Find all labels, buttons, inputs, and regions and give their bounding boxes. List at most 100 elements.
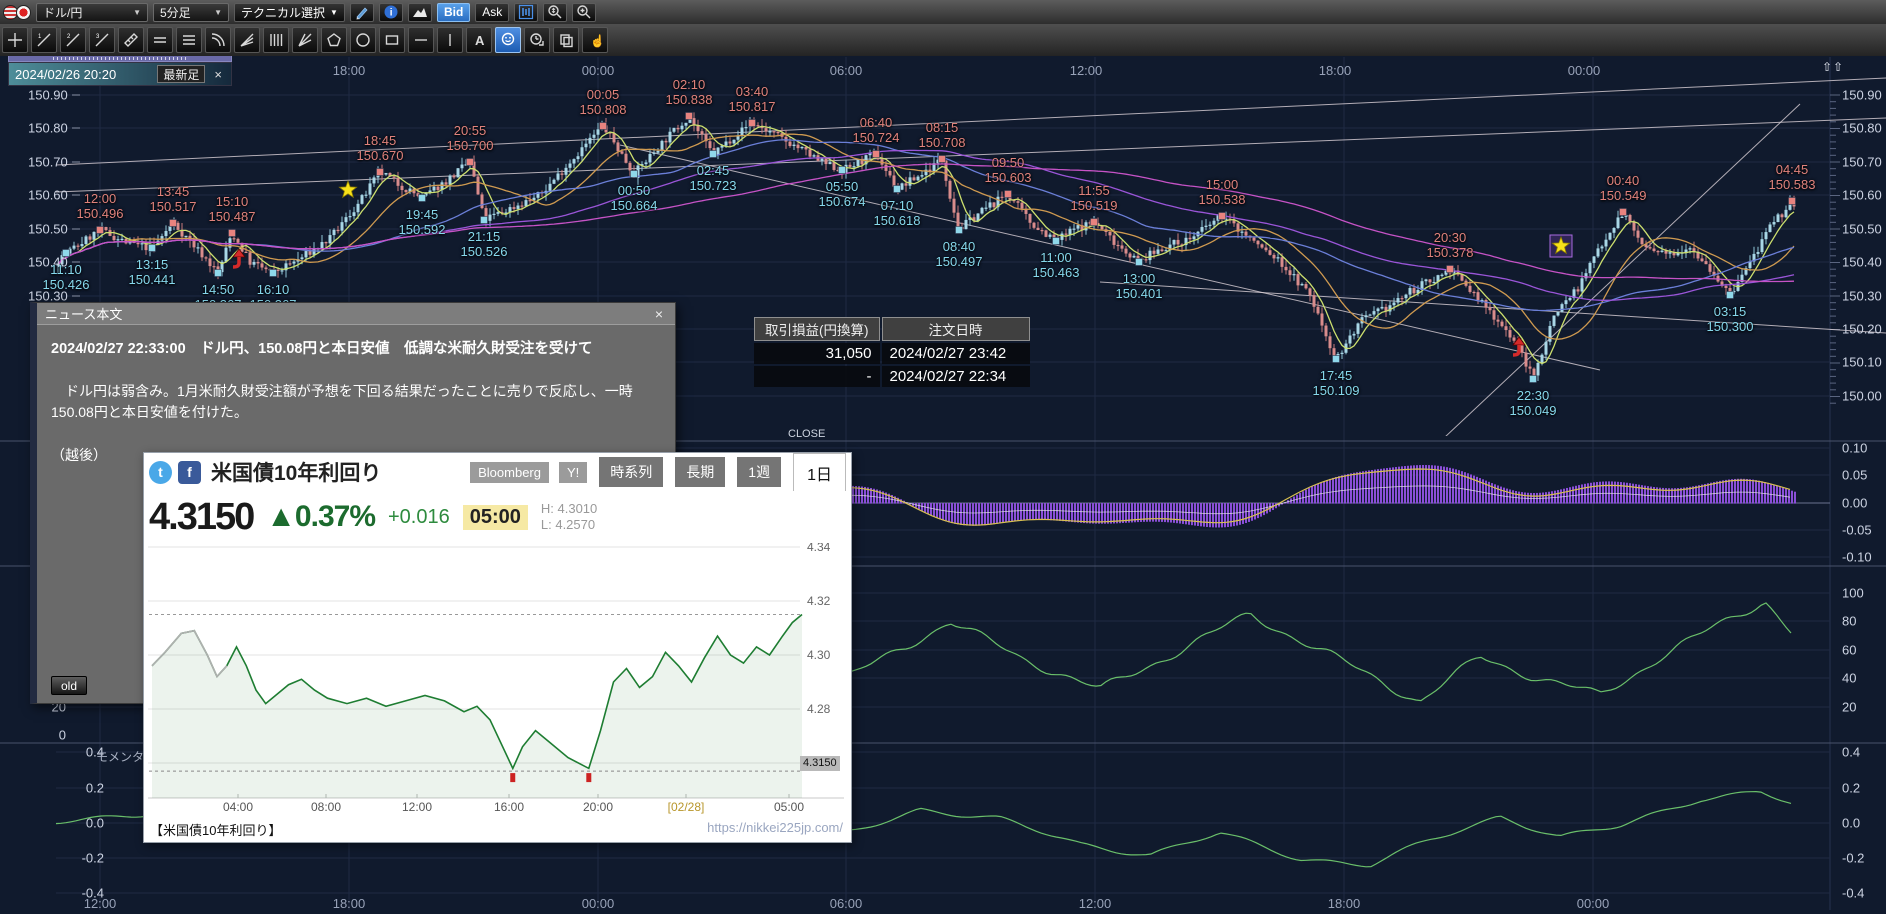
svg-text:4.28: 4.28 bbox=[807, 702, 831, 716]
treasury-x-label-04:00: 04:00 bbox=[223, 800, 253, 814]
yield-change-pct: ▲0.37% bbox=[266, 500, 375, 534]
timeframe-select[interactable]: 5分足 ▼ bbox=[153, 3, 229, 22]
trendline-3-icon[interactable]: 3 bbox=[89, 27, 115, 53]
twitter-icon[interactable]: t bbox=[149, 461, 172, 484]
main-toolbar: ドル/円 ▼ 5分足 ▼ テクニカル選択 ▼ i Bid Ask bbox=[0, 0, 1886, 24]
horizontal-line-icon[interactable] bbox=[408, 27, 434, 53]
pnl-header-profit: 取引損益(円換算) bbox=[754, 317, 880, 341]
yield-change: +0.016 bbox=[388, 506, 450, 529]
trading-app-window: 12:00150.49613:45150.51715:10150.48718:4… bbox=[0, 0, 1886, 914]
pnl-amount: - bbox=[754, 366, 880, 387]
timeframe-label: 5分足 bbox=[160, 4, 191, 21]
parallel-lines-icon[interactable] bbox=[147, 27, 173, 53]
cursor-datetime-label: 2024/02/26 20:20 bbox=[15, 67, 116, 82]
pnl-amount: 31,050 bbox=[754, 343, 880, 364]
treasury-x-label-05:00: 05:00 bbox=[774, 800, 804, 814]
treasury-x-label-[02/28]: [02/28] bbox=[668, 800, 705, 814]
scroll-arrows[interactable]: ⇧⇧ bbox=[1822, 60, 1844, 74]
ruler-icon[interactable] bbox=[118, 27, 144, 53]
old-button[interactable]: old bbox=[51, 676, 87, 695]
yahoo-button[interactable]: Y! bbox=[559, 462, 587, 483]
treasury-x-label-08:00: 08:00 bbox=[311, 800, 341, 814]
chevron-down-icon: ▼ bbox=[214, 8, 222, 17]
yield-high-low: H: 4.3010 L: 4.2570 bbox=[541, 501, 597, 533]
treasury-footer-title: 【米国債10年利回り】 bbox=[150, 820, 281, 839]
text-icon[interactable]: A bbox=[466, 27, 492, 53]
svg-text:A: A bbox=[475, 33, 485, 48]
treasury-widget-header: t f 米国債10年利回り Bloomberg Y! 時系列 長期 1週 1日 bbox=[144, 453, 851, 491]
trendline-2-icon[interactable]: 2 bbox=[60, 27, 86, 53]
copy-icon[interactable] bbox=[553, 27, 579, 53]
chevron-down-icon: ▼ bbox=[330, 8, 338, 17]
svg-text:2: 2 bbox=[67, 34, 71, 40]
ellipse-icon[interactable] bbox=[350, 27, 376, 53]
ask-button[interactable]: Ask bbox=[475, 3, 509, 22]
time-cycle-icon[interactable] bbox=[524, 27, 550, 53]
svg-text:4.32: 4.32 bbox=[807, 594, 831, 608]
bloomberg-button[interactable]: Bloomberg bbox=[470, 462, 549, 483]
yield-value: 4.3150 bbox=[149, 496, 253, 539]
yield-low: L: 4.2570 bbox=[541, 517, 595, 532]
svg-text:i: i bbox=[390, 8, 393, 19]
rectangle-icon[interactable] bbox=[379, 27, 405, 53]
yield-time-badge: 05:00 bbox=[463, 505, 528, 530]
latest-candle-button[interactable]: 最新足 bbox=[157, 65, 205, 83]
currency-pair-label: ドル/円 bbox=[43, 4, 82, 21]
svg-text:4.30: 4.30 bbox=[807, 648, 831, 662]
pnl-row[interactable]: -2024/02/27 22:34 bbox=[754, 366, 1030, 387]
cursor-datetime-bar[interactable]: 2024/02/26 20:20 最新足 × bbox=[8, 54, 232, 86]
news-body: ドル円は弱含み。1月米耐久財受注額が予想を下回る結果だったことに売りで反応し、一… bbox=[51, 381, 661, 423]
pnl-order-datetime: 2024/02/27 22:34 bbox=[882, 366, 1030, 387]
info-icon[interactable]: i bbox=[379, 3, 403, 22]
treasury-x-label-20:00: 20:00 bbox=[583, 800, 613, 814]
technical-select-label: テクニカル選択 bbox=[241, 4, 325, 21]
news-window-title: ニュース本文 bbox=[45, 304, 122, 323]
draw-pencil-icon[interactable] bbox=[350, 3, 374, 22]
close-icon[interactable]: × bbox=[211, 67, 225, 82]
pnl-table: 取引損益(円換算) 注文日時 31,0502024/02/27 23:42-20… bbox=[752, 315, 1032, 389]
horizontal-lines-icon[interactable] bbox=[176, 27, 202, 53]
currency-pair-select[interactable]: ドル/円 ▼ bbox=[36, 3, 148, 22]
facebook-icon[interactable]: f bbox=[178, 461, 201, 484]
news-window-titlebar[interactable]: ニュース本文 × bbox=[37, 303, 675, 325]
pnl-order-datetime: 2024/02/27 23:42 bbox=[882, 343, 1030, 364]
vertical-line-icon[interactable] bbox=[437, 27, 463, 53]
pnl-row[interactable]: 31,0502024/02/27 23:42 bbox=[754, 343, 1030, 364]
current-yield-tag: 4.3150 bbox=[800, 756, 840, 771]
zoom-range-icon[interactable] bbox=[543, 3, 567, 22]
news-headline: 2024/02/27 22:33:00 ドル円、150.08円と本日安値 低調な… bbox=[51, 339, 661, 359]
fibonacci-fan-icon[interactable] bbox=[234, 27, 260, 53]
tab-timeseries[interactable]: 時系列 bbox=[599, 457, 663, 487]
candle-chart-icon[interactable] bbox=[514, 3, 538, 22]
jp-flag-icon bbox=[16, 5, 31, 20]
pentagon-icon[interactable] bbox=[321, 27, 347, 53]
bid-label: Bid bbox=[444, 5, 463, 19]
chevron-down-icon: ▼ bbox=[133, 8, 141, 17]
ask-label: Ask bbox=[482, 5, 502, 19]
trendline-1-icon[interactable]: 1 bbox=[31, 27, 57, 53]
treasury-widget-title: 米国債10年利回り bbox=[211, 457, 381, 487]
area-chart-icon[interactable] bbox=[408, 3, 432, 22]
treasury-footer-link[interactable]: https://nikkei225jp.com/ bbox=[707, 820, 843, 835]
technical-select-button[interactable]: テクニカル選択 ▼ bbox=[234, 3, 345, 22]
tab-longterm[interactable]: 長期 bbox=[675, 457, 725, 487]
icon-stamp-icon[interactable] bbox=[495, 27, 521, 53]
yield-high: H: 4.3010 bbox=[541, 501, 597, 516]
hand-icon[interactable]: ☝ bbox=[582, 27, 608, 53]
gann-fan-icon[interactable] bbox=[292, 27, 318, 53]
time-zones-icon[interactable] bbox=[263, 27, 289, 53]
treasury-x-label-16:00: 16:00 bbox=[494, 800, 524, 814]
crosshair-icon[interactable] bbox=[2, 27, 28, 53]
treasury-values-row: 4.3150 ▲0.37% +0.016 05:00 H: 4.3010 L: … bbox=[144, 491, 851, 543]
treasury-x-label-12:00: 12:00 bbox=[402, 800, 432, 814]
svg-text:3: 3 bbox=[96, 34, 100, 40]
svg-text:☝: ☝ bbox=[590, 33, 603, 48]
svg-text:1: 1 bbox=[38, 34, 42, 40]
bid-button[interactable]: Bid bbox=[437, 3, 470, 22]
tab-1week[interactable]: 1週 bbox=[737, 457, 781, 487]
zoom-in-icon[interactable] bbox=[572, 3, 596, 22]
close-icon[interactable]: × bbox=[651, 306, 667, 322]
treasury-widget-window: 4.344.324.304.284.26 t f 米国債10年利回り Bloom… bbox=[143, 452, 852, 843]
tab-1day[interactable]: 1日 bbox=[793, 453, 846, 492]
fibonacci-arc-icon[interactable] bbox=[205, 27, 231, 53]
